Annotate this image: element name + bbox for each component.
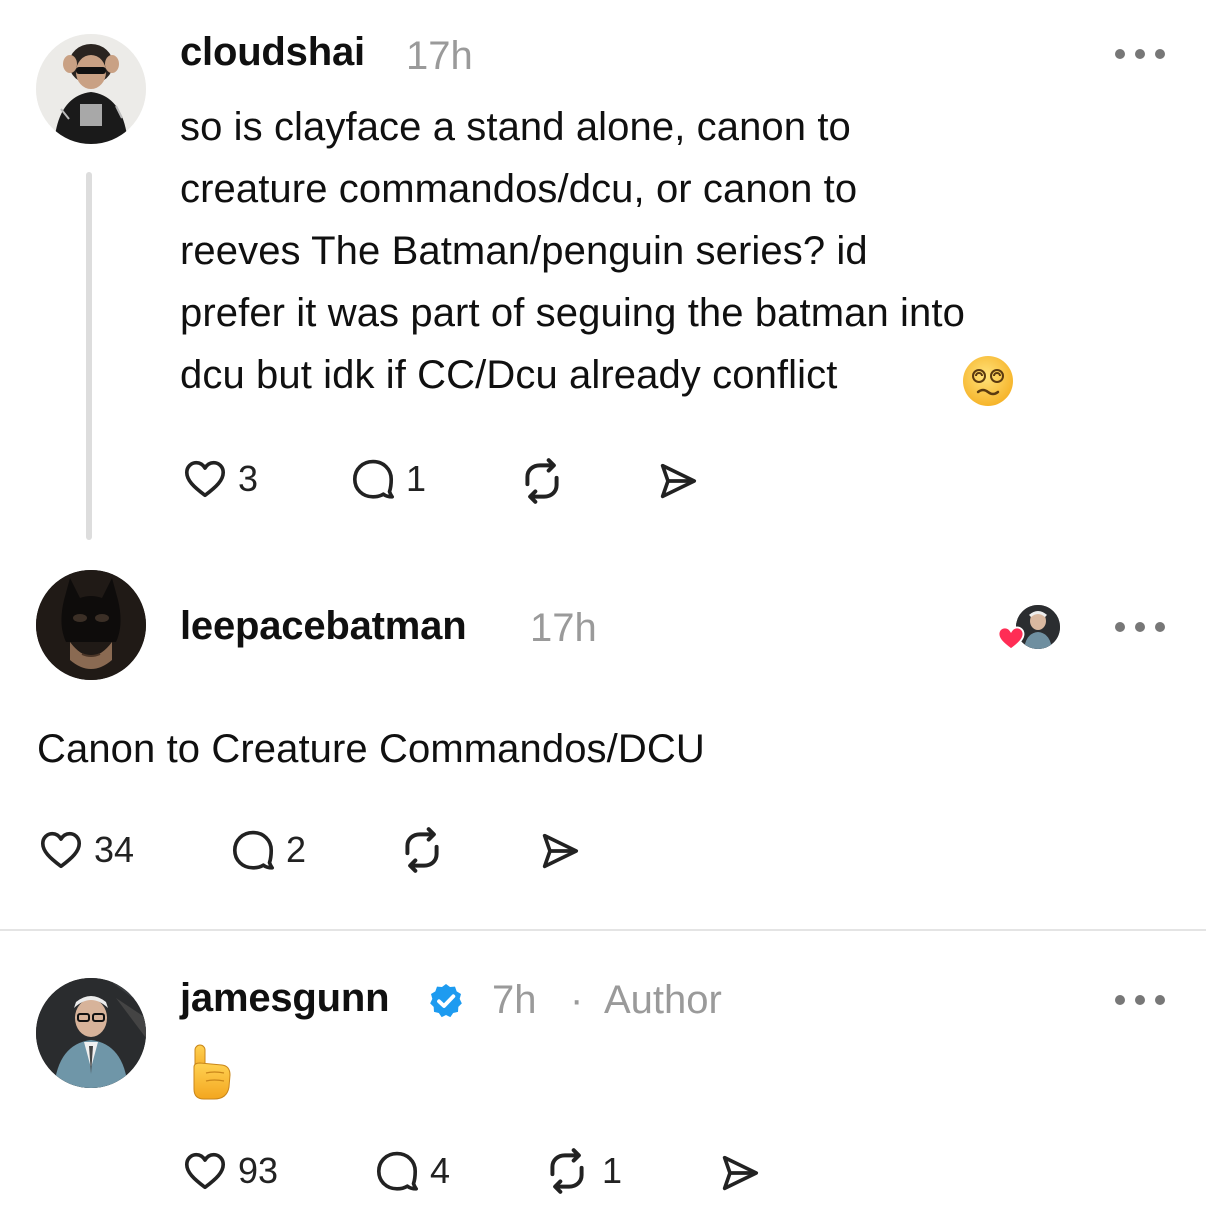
repost-icon	[550, 1148, 584, 1194]
like-button[interactable]: 34	[38, 827, 134, 873]
separator-dot: ·	[570, 978, 584, 1022]
repost-button[interactable]	[517, 456, 567, 506]
cloudshai-avatar-icon	[36, 34, 146, 144]
jamesgunn-avatar-icon	[36, 978, 146, 1088]
avatar[interactable]	[36, 978, 146, 1088]
batman-avatar-icon	[36, 570, 146, 680]
reply-count: 4	[430, 1150, 451, 1191]
avatar[interactable]	[36, 34, 146, 144]
post-text: Canon to Creature Commandos/DCU	[37, 727, 705, 771]
share-button[interactable]	[715, 1150, 763, 1196]
timestamp[interactable]: 7h	[492, 978, 537, 1023]
comment-icon	[232, 830, 274, 870]
verified-badge-icon	[430, 984, 462, 1018]
repost-button[interactable]	[397, 825, 447, 875]
like-button[interactable]: 3	[182, 456, 258, 502]
comment-icon	[376, 1151, 418, 1191]
more-options-icon[interactable]	[1112, 619, 1168, 635]
face-with-spiral-eyes-icon	[963, 356, 1013, 406]
author-label: Author	[604, 978, 722, 1022]
repost-button[interactable]: 1	[542, 1146, 622, 1196]
username[interactable]: leepacebatman	[180, 604, 467, 649]
share-button[interactable]	[653, 458, 701, 504]
reply-button[interactable]: 1	[350, 456, 426, 502]
more-options-icon[interactable]	[1112, 46, 1168, 62]
send-icon	[660, 463, 697, 499]
reply-count: 2	[286, 829, 307, 870]
send-icon	[542, 833, 579, 869]
repost-count: 1	[602, 1150, 623, 1191]
like-count: 34	[94, 829, 135, 870]
share-button[interactable]	[535, 828, 583, 874]
avatar[interactable]	[36, 570, 146, 680]
like-count: 3	[238, 458, 259, 499]
username[interactable]: jamesgunn	[180, 976, 390, 1021]
comment-icon	[352, 459, 394, 499]
more-options-icon[interactable]	[1112, 992, 1168, 1008]
author-like-heart-icon	[997, 626, 1025, 651]
send-icon	[722, 1155, 759, 1191]
thread-line	[86, 172, 92, 540]
heart-icon	[184, 460, 226, 498]
divider	[0, 929, 1206, 931]
heart-icon	[40, 831, 82, 869]
timestamp[interactable]: 17h	[406, 34, 473, 79]
username[interactable]: cloudshai	[180, 30, 365, 75]
reply-button[interactable]: 2	[230, 827, 306, 873]
timestamp[interactable]: 17h	[530, 606, 597, 651]
reply-button[interactable]: 4	[374, 1148, 450, 1194]
backhand-index-pointing-up-icon	[193, 1044, 231, 1100]
reply-count: 1	[406, 458, 427, 499]
heart-icon	[184, 1152, 226, 1190]
repost-icon	[405, 827, 439, 873]
like-count: 93	[238, 1150, 279, 1191]
liked-by-author-indicator[interactable]	[996, 603, 1062, 653]
like-button[interactable]: 93	[182, 1148, 278, 1194]
repost-icon	[525, 458, 559, 504]
